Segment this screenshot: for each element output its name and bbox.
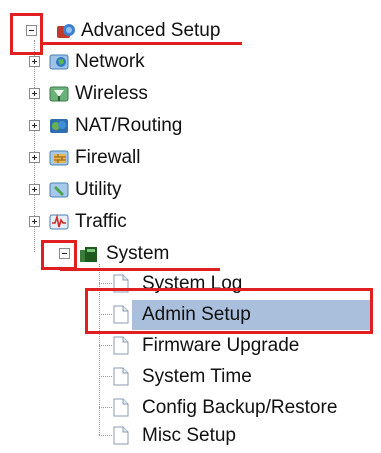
advanced-setup-icon	[57, 24, 75, 38]
page-icon	[113, 398, 129, 417]
annotation-underline-system	[60, 268, 220, 271]
wireless-antenna-icon	[49, 86, 69, 102]
tree-node-label: NAT/Routing	[75, 115, 183, 136]
nat-routing-icon	[50, 119, 68, 133]
expand-toggle[interactable]	[29, 120, 40, 131]
utility-icon	[49, 182, 69, 198]
firewall-icon	[49, 150, 69, 166]
expand-toggle[interactable]	[29, 216, 40, 227]
expand-toggle[interactable]	[29, 56, 40, 67]
tree-leaf-firmware-upgrade[interactable]: Firmware Upgrade	[0, 331, 300, 361]
tree-leaf-label: System Time	[142, 366, 252, 387]
page-icon	[113, 367, 129, 386]
annotation-underline-advanced-setup	[42, 42, 242, 45]
annotation-box-admin-setup	[85, 288, 373, 334]
tree-node-traffic[interactable]: Traffic	[0, 207, 220, 237]
network-globe-icon	[49, 54, 69, 70]
tree-leaf-system-time[interactable]: System Time	[0, 362, 300, 392]
traffic-graph-icon	[49, 213, 69, 230]
system-icon	[80, 247, 97, 262]
tree-leaf-config-backup-restore[interactable]: Config Backup/Restore	[0, 393, 381, 423]
tree-node-label: Firewall	[75, 147, 141, 168]
expand-toggle[interactable]	[29, 152, 40, 163]
annotation-box-root-toggle	[10, 13, 43, 55]
tree-node-label: Utility	[75, 179, 122, 200]
tree-node-label: Wireless	[75, 83, 148, 104]
annotation-box-system-toggle	[41, 240, 77, 270]
tree-node-wireless[interactable]: Wireless	[0, 79, 220, 109]
expand-toggle[interactable]	[29, 184, 40, 195]
tree-leaf-misc-setup[interactable]: Misc Setup	[0, 421, 300, 451]
tree-leaf-label: Misc Setup	[142, 425, 236, 446]
tree-node-label: System	[106, 243, 170, 264]
navigation-tree: Advanced Setup Network Wireless NAT/Rout…	[0, 0, 381, 453]
tree-leaf-label: Firmware Upgrade	[142, 335, 300, 356]
page-icon	[113, 336, 129, 355]
tree-node-label: Traffic	[75, 211, 127, 232]
page-icon	[113, 426, 129, 445]
tree-leaf-label: Config Backup/Restore	[142, 397, 338, 418]
tree-node-utility[interactable]: Utility	[0, 175, 220, 205]
tree-node-firewall[interactable]: Firewall	[0, 143, 220, 173]
tree-node-label: Network	[75, 51, 145, 72]
tree-node-system[interactable]: System	[0, 239, 220, 269]
expand-toggle[interactable]	[29, 88, 40, 99]
tree-node-nat-routing[interactable]: NAT/Routing	[0, 111, 260, 141]
